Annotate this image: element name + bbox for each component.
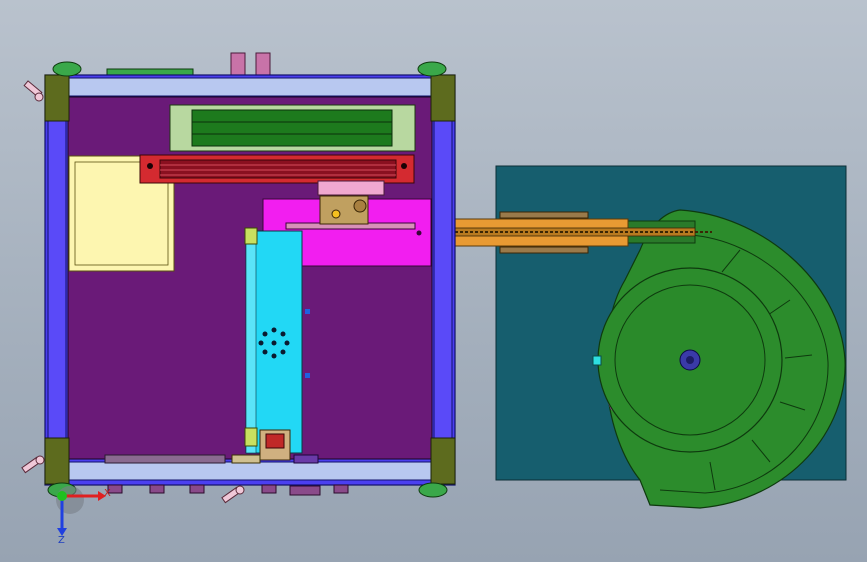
- coordinate-triad: X Z: [56, 486, 111, 546]
- frame-left-rail: [47, 119, 67, 439]
- bottom-component: [104, 454, 226, 464]
- conveyor-clamp: [499, 246, 589, 254]
- connector-small: [305, 373, 310, 378]
- frame-right-rail: [433, 119, 453, 439]
- caster-wheel: [418, 482, 448, 498]
- gripper-wheel: [353, 199, 367, 213]
- connector-small: [305, 309, 310, 314]
- levelling-handle: [21, 455, 45, 474]
- caster-wheel: [52, 61, 82, 77]
- levelling-handle: [23, 80, 44, 102]
- levelling-handle: [221, 485, 245, 504]
- rail-bar-bolt: [147, 163, 153, 169]
- vertical-slide-edge: [245, 230, 257, 454]
- triad-y-axis-dot: [57, 491, 67, 501]
- corner-post: [44, 74, 70, 122]
- corner-post: [430, 74, 456, 122]
- top-connector: [230, 52, 246, 76]
- top-connector: [255, 52, 271, 76]
- triad-x-label: X: [104, 488, 111, 499]
- corner-post: [430, 437, 456, 485]
- bottom-component: [293, 454, 319, 464]
- gripper-bolt: [331, 209, 341, 219]
- conveyor-clamp: [499, 211, 589, 219]
- slide-bracket: [244, 227, 258, 245]
- linear-guide-rail: [191, 109, 393, 147]
- cad-viewport[interactable]: X Z: [0, 0, 867, 562]
- triad-z-label: Z: [58, 535, 65, 546]
- feeder-bowl-hub-bolt: [686, 356, 694, 364]
- slide-bottom-cylinder: [265, 433, 285, 449]
- frame-top-rail: [61, 77, 438, 97]
- slide-bracket: [244, 427, 258, 447]
- bottom-component: [231, 454, 261, 464]
- cad-model-scene: X Z: [21, 52, 847, 546]
- carriage-bolt: [416, 230, 422, 236]
- feeder-sensor: [592, 355, 602, 366]
- slider-block: [317, 180, 385, 196]
- rail-bar-bolt: [401, 163, 407, 169]
- frame-bottom-rail: [61, 461, 438, 481]
- corner-post: [44, 437, 70, 485]
- caster-wheel: [417, 61, 447, 77]
